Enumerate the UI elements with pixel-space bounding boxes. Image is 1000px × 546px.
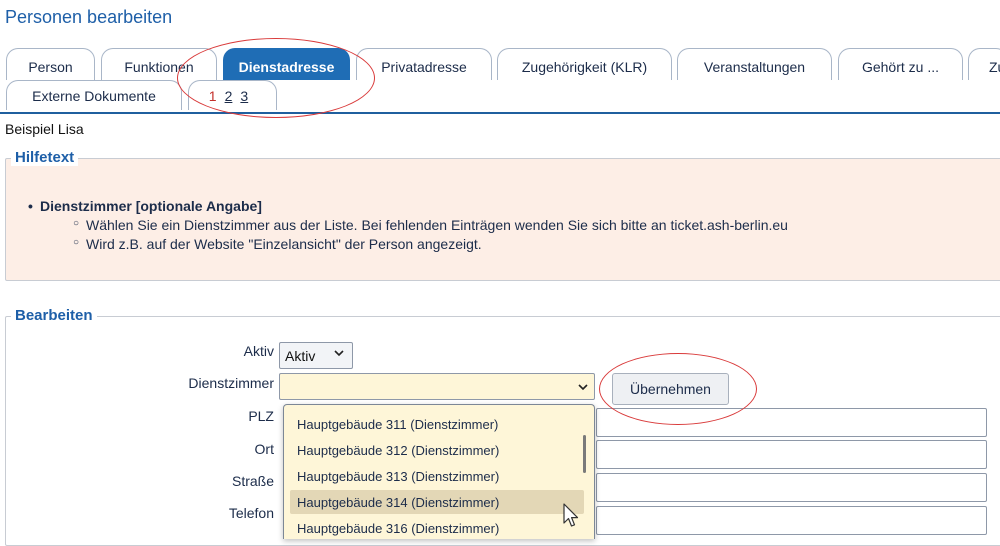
plz-label: PLZ	[248, 408, 274, 424]
plz-field[interactable]	[596, 408, 987, 437]
dropdown-option[interactable]: Hauptgebäude 312 (Dienstzimmer)	[290, 438, 584, 462]
aktiv-select[interactable]: Aktiv	[279, 342, 353, 369]
dropdown-scrollbar[interactable]	[583, 435, 586, 473]
ort-field[interactable]	[596, 440, 987, 469]
help-item-title: Dienstzimmer [optionale Angabe]	[28, 198, 788, 214]
dienstzimmer-label: Dienstzimmer	[188, 375, 274, 391]
apply-button[interactable]: Übernehmen	[612, 373, 729, 405]
tab-externe-dokumente[interactable]: Externe Dokumente	[6, 80, 182, 110]
tab-pager: 1 2 3	[188, 80, 277, 110]
telefon-field[interactable]	[596, 506, 987, 535]
tab-divider	[0, 112, 1000, 114]
person-name: Beispiel Lisa	[5, 121, 84, 137]
chevron-down-icon	[334, 348, 344, 360]
dropdown-option[interactable]: Hauptgebäude 316 (Dienstzimmer)	[290, 516, 584, 539]
tab-zu-overflow[interactable]: Zu	[968, 48, 1000, 80]
aktiv-value: Aktiv	[285, 347, 316, 364]
ort-label: Ort	[254, 441, 274, 457]
pager-page-3[interactable]: 3	[240, 88, 248, 104]
pager-page-2[interactable]: 2	[225, 88, 233, 104]
page-title: Personen bearbeiten	[5, 7, 173, 27]
tab-veranstaltungen[interactable]: Veranstaltungen	[677, 48, 832, 80]
dienstzimmer-dropdown-list[interactable]: Hauptgebäude 311 (Dienstzimmer) Hauptgeb…	[283, 404, 595, 539]
aktiv-label: Aktiv	[243, 343, 274, 359]
strasse-field[interactable]	[596, 473, 987, 502]
pager-current: 1	[208, 87, 217, 104]
dienstzimmer-select[interactable]	[279, 373, 595, 400]
tab-person[interactable]: Person	[6, 48, 95, 80]
dropdown-option-highlighted[interactable]: Hauptgebäude 314 (Dienstzimmer)	[290, 490, 584, 514]
tab-privatadresse[interactable]: Privatadresse	[356, 48, 492, 80]
tab-dienstadresse[interactable]: Dienstadresse	[223, 48, 350, 80]
telefon-label: Telefon	[228, 505, 274, 521]
mouse-cursor-icon	[563, 503, 581, 534]
dropdown-option[interactable]: Hauptgebäude 311 (Dienstzimmer)	[290, 412, 584, 436]
tab-zugehoerigkeit[interactable]: Zugehörigkeit (KLR)	[497, 48, 672, 80]
tab-funktionen[interactable]: Funktionen	[101, 48, 217, 80]
chevron-down-icon	[578, 382, 588, 394]
help-item-sub2: Wird z.B. auf der Website "Einzelansicht…	[73, 236, 788, 252]
help-list: Dienstzimmer [optionale Angabe] Wählen S…	[28, 198, 788, 252]
edit-legend: Bearbeiten	[11, 307, 97, 324]
strasse-label: Straße	[231, 473, 274, 489]
tab-gehoert-zu[interactable]: Gehört zu ...	[838, 48, 963, 80]
help-item-sub1: Wählen Sie ein Dienstzimmer aus der List…	[73, 217, 788, 233]
dropdown-option[interactable]: Hauptgebäude 313 (Dienstzimmer)	[290, 464, 584, 488]
help-legend: Hilfetext	[11, 149, 79, 166]
